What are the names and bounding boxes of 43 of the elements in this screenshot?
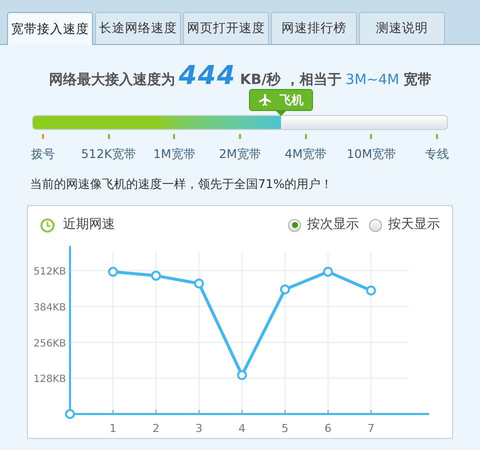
data-point [108, 266, 118, 277]
speed-level-label: 拨号 [30, 146, 55, 163]
tab[interactable]: 网速排行榜 [271, 12, 357, 44]
headline-text: KB/秒 ，相当于 [240, 71, 342, 90]
data-point [366, 286, 376, 296]
tab[interactable]: 网页打开速度 [183, 12, 269, 44]
speed-value: 444 [178, 60, 236, 93]
x-tick-label: 7 [368, 422, 374, 435]
summary-text: 当前的网速像飞机的速度一样，领先于全国71%的用户！ [30, 176, 334, 193]
airplane-icon [258, 93, 272, 107]
speed-level-label: 10M宽带 [346, 146, 396, 163]
x-tick-label: 1 [110, 422, 116, 435]
speed-level-label: 2M宽带 [218, 146, 261, 163]
speed-level-label: 4M宽带 [284, 146, 327, 163]
card-title: 近期网速 [63, 216, 115, 234]
headline-text: 宽带 [403, 70, 432, 90]
x-tick-label: 4 [238, 422, 246, 435]
tab[interactable]: 长途网络速度 [95, 12, 181, 44]
speed-level-label: 1M宽带 [153, 146, 196, 163]
x-tick-label: 2 [152, 422, 160, 435]
badge-label: 飞机 [280, 92, 304, 109]
y-tick-label: 256KB [33, 338, 66, 350]
x-tick-label: 5 [282, 422, 288, 435]
y-tick-label: 384KB [33, 302, 66, 314]
x-tick-label: 3 [196, 422, 202, 435]
data-point [237, 370, 247, 380]
radio-option[interactable]: 按次显示 [288, 215, 359, 235]
headline-text: 网络最大接入速度为 [48, 70, 175, 90]
x-tick-label: 6 [324, 422, 332, 435]
bandwidth-range: 3M~4M [346, 71, 400, 90]
y-tick-label: 128KB [33, 374, 66, 386]
data-point [194, 278, 204, 289]
speed-level-label: 专线 [425, 146, 450, 163]
tab[interactable]: 测速说明 [359, 12, 445, 44]
clock-icon [40, 218, 55, 232]
data-point [280, 284, 290, 294]
data-point [323, 266, 333, 277]
y-tick-label: 512KB [33, 266, 66, 278]
origin-point [65, 409, 75, 419]
radio-option[interactable]: 按天显示 [369, 215, 440, 235]
tab[interactable]: 宽带接入速度 [7, 12, 93, 45]
speed-level-label: 512K宽带 [81, 146, 136, 163]
data-point [151, 270, 161, 281]
